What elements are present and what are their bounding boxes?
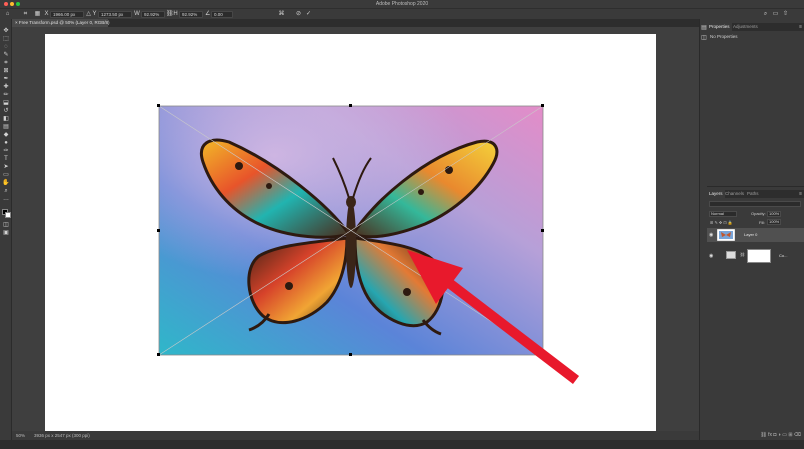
adjustment-icon[interactable]: ◑: [778, 432, 781, 438]
group-icon[interactable]: ▭: [782, 432, 787, 438]
photoshop-window: Adobe Photoshop 2020 ⌂ ⌗ ▦ X 1966.00 px …: [0, 0, 804, 449]
fx-icon[interactable]: fx: [768, 432, 772, 438]
tab-paths[interactable]: Paths: [745, 190, 761, 198]
add-mask-icon[interactable]: ◘: [773, 432, 776, 438]
layers-bottom-bar: ⛓ fx ◘ ◑ ▭ ⊞ ⌫: [707, 431, 804, 440]
visibility-eye-icon[interactable]: ◉: [709, 253, 713, 259]
opacity-label: Opacity:: [751, 211, 766, 216]
panel-menu-icon[interactable]: ≡: [799, 23, 802, 31]
layer-name: Co...: [779, 253, 788, 258]
properties-panel-body: [707, 41, 804, 187]
layer-mask-thumbnail: [747, 249, 771, 263]
properties-tabs: Properties Adjustments ≡: [707, 23, 804, 31]
tab-properties[interactable]: Properties: [707, 23, 732, 31]
lock-icons[interactable]: ⊞ ✎ ✥ ⊡ 🔒: [710, 220, 733, 225]
adjustment-layer-icon: [726, 251, 736, 259]
layer-name: Layer 0: [744, 232, 758, 237]
layers-tabs: Layers Channels Paths ≡: [707, 190, 804, 198]
layers-menu-icon[interactable]: ≡: [799, 190, 802, 198]
link-icon: ⛓: [740, 252, 746, 257]
zoom-level[interactable]: 50%: [16, 431, 25, 440]
tab-adjustments[interactable]: Adjustments: [731, 23, 760, 31]
blend-mode-select[interactable]: Normal: [709, 211, 737, 217]
red-annotation-arrow: [407, 250, 580, 384]
layer-thumbnail: [717, 229, 735, 241]
visibility-eye-icon[interactable]: ◉: [709, 232, 713, 238]
opacity-field[interactable]: 100%: [767, 211, 781, 217]
layer-row[interactable]: ◉ ⛓ Co...: [707, 249, 804, 263]
bottom-strip: [0, 440, 804, 449]
fill-field[interactable]: 100%: [767, 219, 781, 225]
collapsed-panel-icons: ▤ ◫: [699, 19, 707, 440]
layer-row-selected[interactable]: ◉ Layer 0: [707, 228, 804, 242]
fill-label: Fill:: [759, 220, 766, 225]
properties-empty-text: No Properties: [710, 34, 738, 39]
document-info[interactable]: 3936 px x 2547 px (300 ppi): [34, 431, 90, 440]
right-panels: Properties Adjustments ≡ No Properties L…: [707, 19, 804, 440]
new-layer-icon[interactable]: ⊞: [788, 432, 792, 438]
tab-channels[interactable]: Channels: [723, 190, 746, 198]
status-bar: 50% 3936 px x 2547 px (300 ppi): [12, 431, 699, 440]
tab-layers[interactable]: Layers: [707, 190, 725, 198]
link-layers-icon[interactable]: ⛓: [760, 432, 766, 438]
layer-filter-field[interactable]: [709, 201, 801, 207]
trash-icon[interactable]: ⌫: [794, 432, 801, 438]
